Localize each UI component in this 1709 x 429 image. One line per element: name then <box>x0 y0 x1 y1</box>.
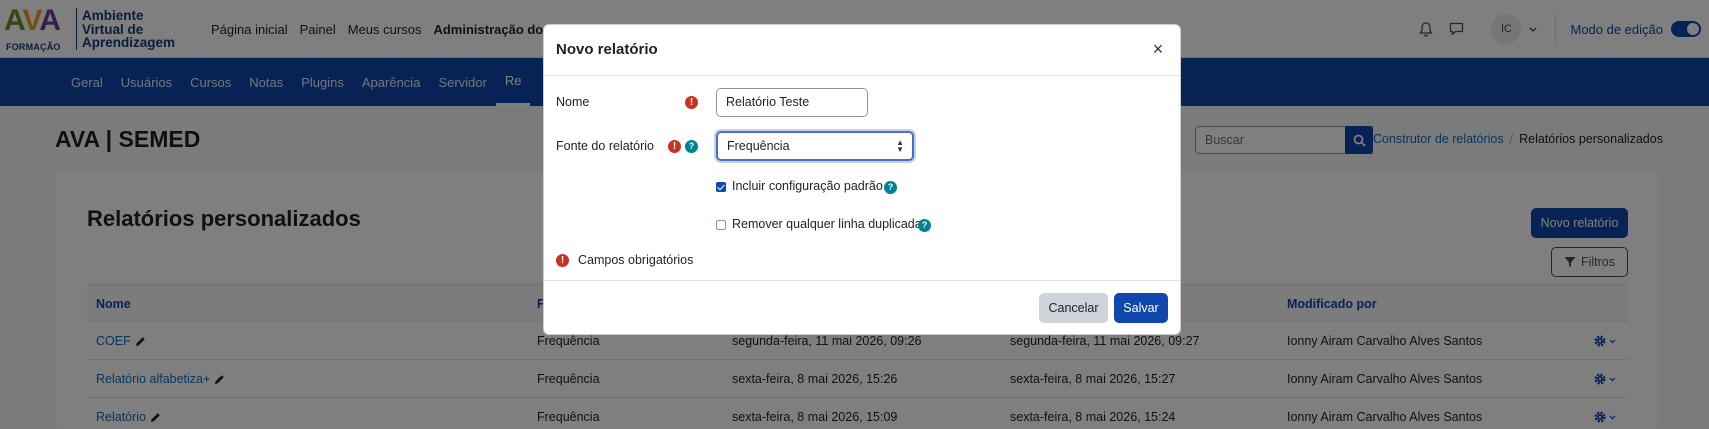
remove-duplicates-checkbox[interactable] <box>716 220 726 230</box>
new-report-dialog: Novo relatório × Nome ! Relatório Teste … <box>543 24 1181 335</box>
name-field[interactable]: Relatório Teste <box>716 88 868 117</box>
default-config-label[interactable]: Incluir configuração padrão <box>732 179 883 193</box>
close-icon[interactable]: × <box>1148 39 1168 59</box>
select-arrows-icon: ▲ ▼ <box>896 138 904 154</box>
help-icon[interactable]: ? <box>685 140 698 153</box>
modal-title: Novo relatório <box>556 41 658 58</box>
default-config-checkbox[interactable] <box>716 182 726 192</box>
modal-footer: Cancelar Salvar <box>544 280 1180 335</box>
name-label: Nome <box>556 95 590 109</box>
save-button[interactable]: Salvar <box>1114 293 1168 323</box>
source-select[interactable]: Frequência ▲ ▼ <box>716 131 914 161</box>
required-icon: ! <box>685 96 698 109</box>
required-icon: ! <box>556 254 569 267</box>
help-icon[interactable]: ? <box>884 181 897 194</box>
source-label: Fonte do relatório <box>556 139 654 153</box>
required-fields-note: Campos obrigatórios <box>578 253 694 267</box>
modal-header: Novo relatório × <box>544 25 1180 76</box>
required-icon: ! <box>668 140 681 153</box>
cancel-button[interactable]: Cancelar <box>1039 293 1108 323</box>
remove-duplicates-label[interactable]: Remover qualquer linha duplicada <box>732 217 922 231</box>
help-icon[interactable]: ? <box>918 219 931 232</box>
source-select-value: Frequência <box>727 139 790 153</box>
